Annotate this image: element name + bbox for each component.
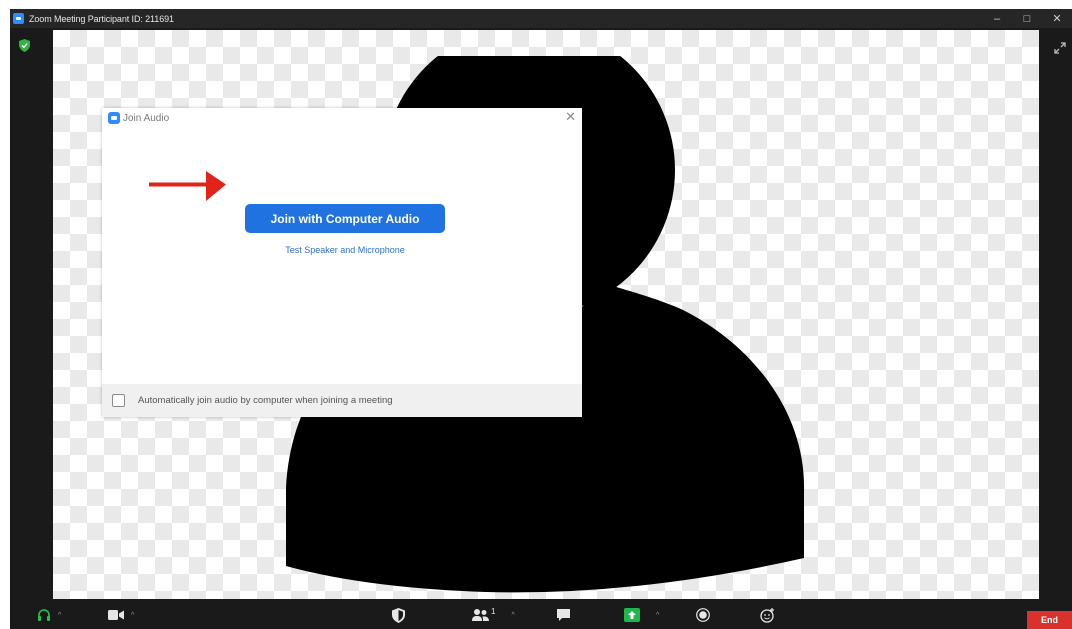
share-screen-control[interactable]: ^ (624, 605, 659, 625)
headphone-icon[interactable] (37, 608, 51, 622)
meeting-toolbar: ^ ^ 1 ^ ^ End (10, 601, 1072, 629)
auto-join-checkbox[interactable] (112, 394, 125, 407)
participants-count: 1 (491, 606, 496, 616)
dialog-footer: Automatically join audio by computer whe… (102, 384, 582, 417)
app-logo-icon (13, 13, 24, 24)
video-options-caret[interactable]: ^ (131, 612, 134, 619)
audio-control[interactable]: ^ (37, 605, 61, 625)
dialog-header: Join Audio (108, 112, 169, 124)
chat-control[interactable] (556, 605, 571, 625)
reactions-control[interactable] (760, 605, 775, 625)
participants-options-caret[interactable]: ^ (511, 612, 514, 619)
app-logo-icon (108, 112, 120, 124)
expand-icon[interactable] (1054, 42, 1066, 54)
maximize-button[interactable]: □ (1012, 9, 1042, 28)
record-control[interactable] (696, 605, 710, 625)
record-icon[interactable] (696, 608, 710, 622)
camera-icon[interactable] (108, 609, 124, 621)
security-control[interactable] (392, 605, 405, 625)
share-options-caret[interactable]: ^ (656, 612, 659, 619)
reactions-icon[interactable] (760, 607, 775, 623)
security-icon[interactable] (392, 607, 405, 623)
title-bar: Zoom Meeting Participant ID: 211691 – □ … (10, 9, 1072, 28)
join-computer-audio-button[interactable]: Join with Computer Audio (245, 204, 445, 233)
end-meeting-button[interactable]: End (1027, 611, 1072, 629)
participants-control[interactable]: 1 ^ (472, 605, 515, 625)
close-icon[interactable]: ✕ (565, 109, 576, 125)
minimize-button[interactable]: – (982, 9, 1012, 28)
window-close-button[interactable]: ✕ (1042, 9, 1072, 28)
test-speaker-microphone-link[interactable]: Test Speaker and Microphone (102, 245, 588, 255)
shield-icon[interactable] (19, 39, 30, 52)
red-arrow-icon (149, 171, 226, 201)
dialog-title: Join Audio (123, 112, 170, 124)
share-screen-icon[interactable] (624, 608, 640, 622)
auto-join-label[interactable]: Automatically join audio by computer whe… (138, 395, 393, 406)
video-control[interactable]: ^ (108, 605, 134, 625)
window-title: Zoom Meeting Participant ID: 211691 (29, 13, 174, 24)
zoom-window: Zoom Meeting Participant ID: 211691 – □ … (0, 0, 1072, 629)
join-audio-dialog: Join Audio ✕ Join with Computer Audio Te… (102, 108, 582, 417)
chat-icon[interactable] (556, 608, 571, 622)
audio-options-caret[interactable]: ^ (58, 612, 61, 619)
participants-icon[interactable] (472, 608, 489, 622)
